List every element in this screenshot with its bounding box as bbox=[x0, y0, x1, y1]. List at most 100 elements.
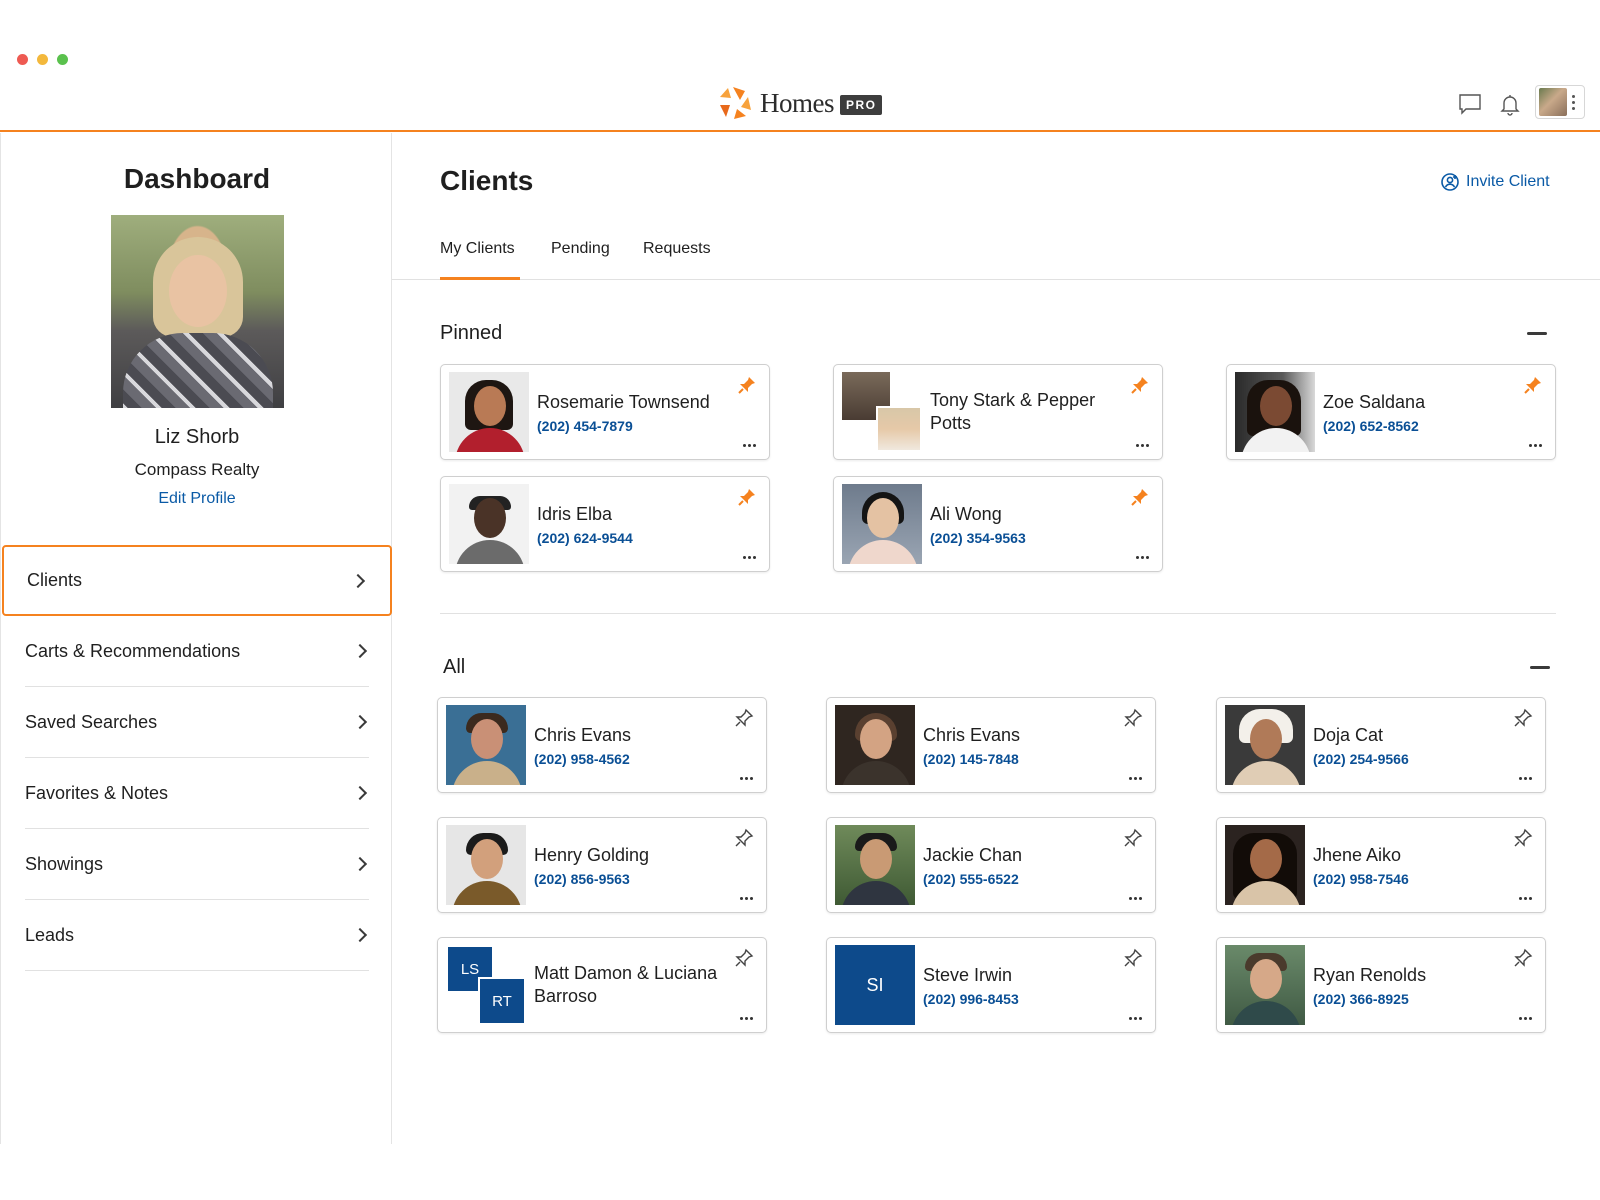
more-options-icon[interactable] bbox=[740, 777, 753, 780]
chat-icon[interactable] bbox=[1456, 90, 1484, 118]
pin-outline-icon[interactable] bbox=[734, 948, 754, 968]
section-divider bbox=[440, 613, 1556, 614]
homes-logo-icon bbox=[718, 85, 754, 121]
chevron-right-icon bbox=[352, 856, 368, 872]
client-card[interactable]: Rosemarie Townsend (202) 454-7879 bbox=[440, 364, 770, 460]
top-bar: Homes PRO bbox=[0, 76, 1600, 132]
profile-photo bbox=[111, 215, 284, 408]
pin-filled-icon[interactable] bbox=[1523, 375, 1543, 395]
pin-outline-icon[interactable] bbox=[1513, 708, 1533, 728]
more-options-icon[interactable] bbox=[743, 444, 756, 447]
client-phone[interactable]: (202) 856-9563 bbox=[534, 871, 730, 887]
client-card[interactable]: Chris Evans (202) 958-4562 bbox=[437, 697, 767, 793]
tab-my-clients[interactable]: My Clients bbox=[440, 240, 520, 280]
more-options-icon[interactable] bbox=[740, 1017, 753, 1020]
client-phone[interactable]: (202) 454-7879 bbox=[537, 418, 733, 434]
more-options-icon[interactable] bbox=[1136, 556, 1149, 559]
profile-name: Liz Shorb bbox=[154, 426, 240, 448]
pin-outline-icon[interactable] bbox=[1123, 828, 1143, 848]
sidebar-item-leads[interactable]: Leads bbox=[25, 900, 369, 971]
client-phone[interactable]: (202) 555-6522 bbox=[923, 871, 1119, 887]
invite-client-button[interactable]: Invite Client bbox=[1440, 172, 1550, 192]
pin-outline-icon[interactable] bbox=[734, 708, 754, 728]
more-options-icon[interactable] bbox=[1519, 897, 1532, 900]
client-name: Steve Irwin bbox=[923, 964, 1013, 985]
pin-filled-icon[interactable] bbox=[737, 375, 757, 395]
sidebar-item-favorites-notes[interactable]: Favorites & Notes bbox=[25, 758, 369, 829]
client-card[interactable]: Jhene Aiko (202) 958-7546 bbox=[1216, 817, 1546, 913]
client-photo bbox=[1225, 945, 1305, 1025]
bell-icon[interactable] bbox=[1496, 90, 1524, 118]
client-phone[interactable]: (202) 958-4562 bbox=[534, 751, 730, 767]
tab-pending[interactable]: Pending bbox=[551, 240, 610, 280]
more-options-icon[interactable] bbox=[1129, 897, 1142, 900]
client-name: Doja Cat bbox=[1313, 724, 1384, 745]
chevron-right-icon bbox=[352, 927, 368, 943]
homes-pro-logo[interactable]: Homes PRO bbox=[718, 85, 882, 121]
sidebar-item-clients[interactable]: Clients bbox=[2, 545, 392, 616]
sidebar-item-label: Saved Searches bbox=[25, 711, 158, 732]
client-photo bbox=[449, 484, 529, 564]
more-options-icon[interactable] bbox=[743, 556, 756, 559]
pin-outline-icon[interactable] bbox=[1513, 828, 1533, 848]
minimize-window-button[interactable] bbox=[37, 54, 48, 65]
pin-filled-icon[interactable] bbox=[1130, 375, 1150, 395]
client-card[interactable]: Jackie Chan (202) 555-6522 bbox=[826, 817, 1156, 913]
client-card[interactable]: LS RT Matt Damon & Luciana Barroso bbox=[437, 937, 767, 1033]
close-window-button[interactable] bbox=[17, 54, 28, 65]
pin-outline-icon[interactable] bbox=[1123, 948, 1143, 968]
pin-filled-icon[interactable] bbox=[737, 487, 757, 507]
more-options-icon[interactable] bbox=[1529, 444, 1542, 447]
client-card[interactable]: Ryan Renolds (202) 366-8925 bbox=[1216, 937, 1546, 1033]
sidebar: Dashboard Liz Shorb Compass Realty Edit … bbox=[0, 133, 392, 1144]
maximize-window-button[interactable] bbox=[57, 54, 68, 65]
client-phone[interactable]: (202) 254-9566 bbox=[1313, 751, 1509, 767]
sidebar-item-label: Carts & Recommendations bbox=[25, 640, 241, 661]
more-options-icon[interactable] bbox=[1519, 1017, 1532, 1020]
client-card[interactable]: Chris Evans (202) 145-7848 bbox=[826, 697, 1156, 793]
more-options-icon[interactable] bbox=[1129, 777, 1142, 780]
client-card[interactable]: Doja Cat (202) 254-9566 bbox=[1216, 697, 1546, 793]
client-card[interactable]: Idris Elba (202) 624-9544 bbox=[440, 476, 770, 572]
user-menu-button[interactable] bbox=[1535, 85, 1585, 119]
pin-filled-icon[interactable] bbox=[1130, 487, 1150, 507]
more-options-icon[interactable] bbox=[1129, 1017, 1142, 1020]
sidebar-item-showings[interactable]: Showings bbox=[25, 829, 369, 900]
collapse-pinned-button[interactable] bbox=[1527, 332, 1547, 335]
collapse-all-button[interactable] bbox=[1530, 666, 1550, 669]
sidebar-item-label: Showings bbox=[25, 853, 104, 874]
client-card[interactable]: SI Steve Irwin (202) 996-8453 bbox=[826, 937, 1156, 1033]
client-name: Rosemarie Townsend bbox=[537, 391, 710, 412]
client-phone[interactable]: (202) 958-7546 bbox=[1313, 871, 1509, 887]
sidebar-item-carts-recommendations[interactable]: Carts & Recommendations bbox=[25, 616, 369, 687]
sidebar-title: Dashboard bbox=[123, 163, 271, 194]
sidebar-item-label: Clients bbox=[27, 570, 83, 590]
page-title: Clients bbox=[440, 165, 534, 196]
client-phone[interactable]: (202) 996-8453 bbox=[923, 991, 1119, 1007]
edit-profile-link[interactable]: Edit Profile bbox=[1, 490, 393, 508]
client-phone[interactable]: (202) 145-7848 bbox=[923, 751, 1119, 767]
client-phone[interactable]: (202) 624-9544 bbox=[537, 530, 733, 546]
more-options-icon[interactable] bbox=[1136, 444, 1149, 447]
pin-outline-icon[interactable] bbox=[734, 828, 754, 848]
client-name: Chris Evans bbox=[534, 724, 632, 745]
client-card[interactable]: Zoe Saldana (202) 652-8562 bbox=[1226, 364, 1556, 460]
client-photo bbox=[835, 705, 915, 785]
tab-requests[interactable]: Requests bbox=[643, 240, 711, 280]
client-card[interactable]: Ali Wong (202) 354-9563 bbox=[833, 476, 1163, 572]
client-phone[interactable]: (202) 354-9563 bbox=[930, 530, 1126, 546]
more-options-icon[interactable] bbox=[1519, 777, 1532, 780]
kebab-menu-icon bbox=[1572, 94, 1575, 110]
client-name: Matt Damon & Luciana Barroso bbox=[534, 963, 718, 1006]
sidebar-item-saved-searches[interactable]: Saved Searches bbox=[25, 687, 369, 758]
client-phone[interactable]: (202) 652-8562 bbox=[1323, 418, 1519, 434]
avatar bbox=[1539, 88, 1567, 116]
invite-icon bbox=[1441, 173, 1459, 191]
more-options-icon[interactable] bbox=[740, 897, 753, 900]
client-phone[interactable]: (202) 366-8925 bbox=[1313, 991, 1509, 1007]
client-name: Jackie Chan bbox=[923, 844, 1023, 865]
client-card[interactable]: Tony Stark & Pepper Potts bbox=[833, 364, 1163, 460]
pin-outline-icon[interactable] bbox=[1513, 948, 1533, 968]
client-card[interactable]: Henry Golding (202) 856-9563 bbox=[437, 817, 767, 913]
pin-outline-icon[interactable] bbox=[1123, 708, 1143, 728]
